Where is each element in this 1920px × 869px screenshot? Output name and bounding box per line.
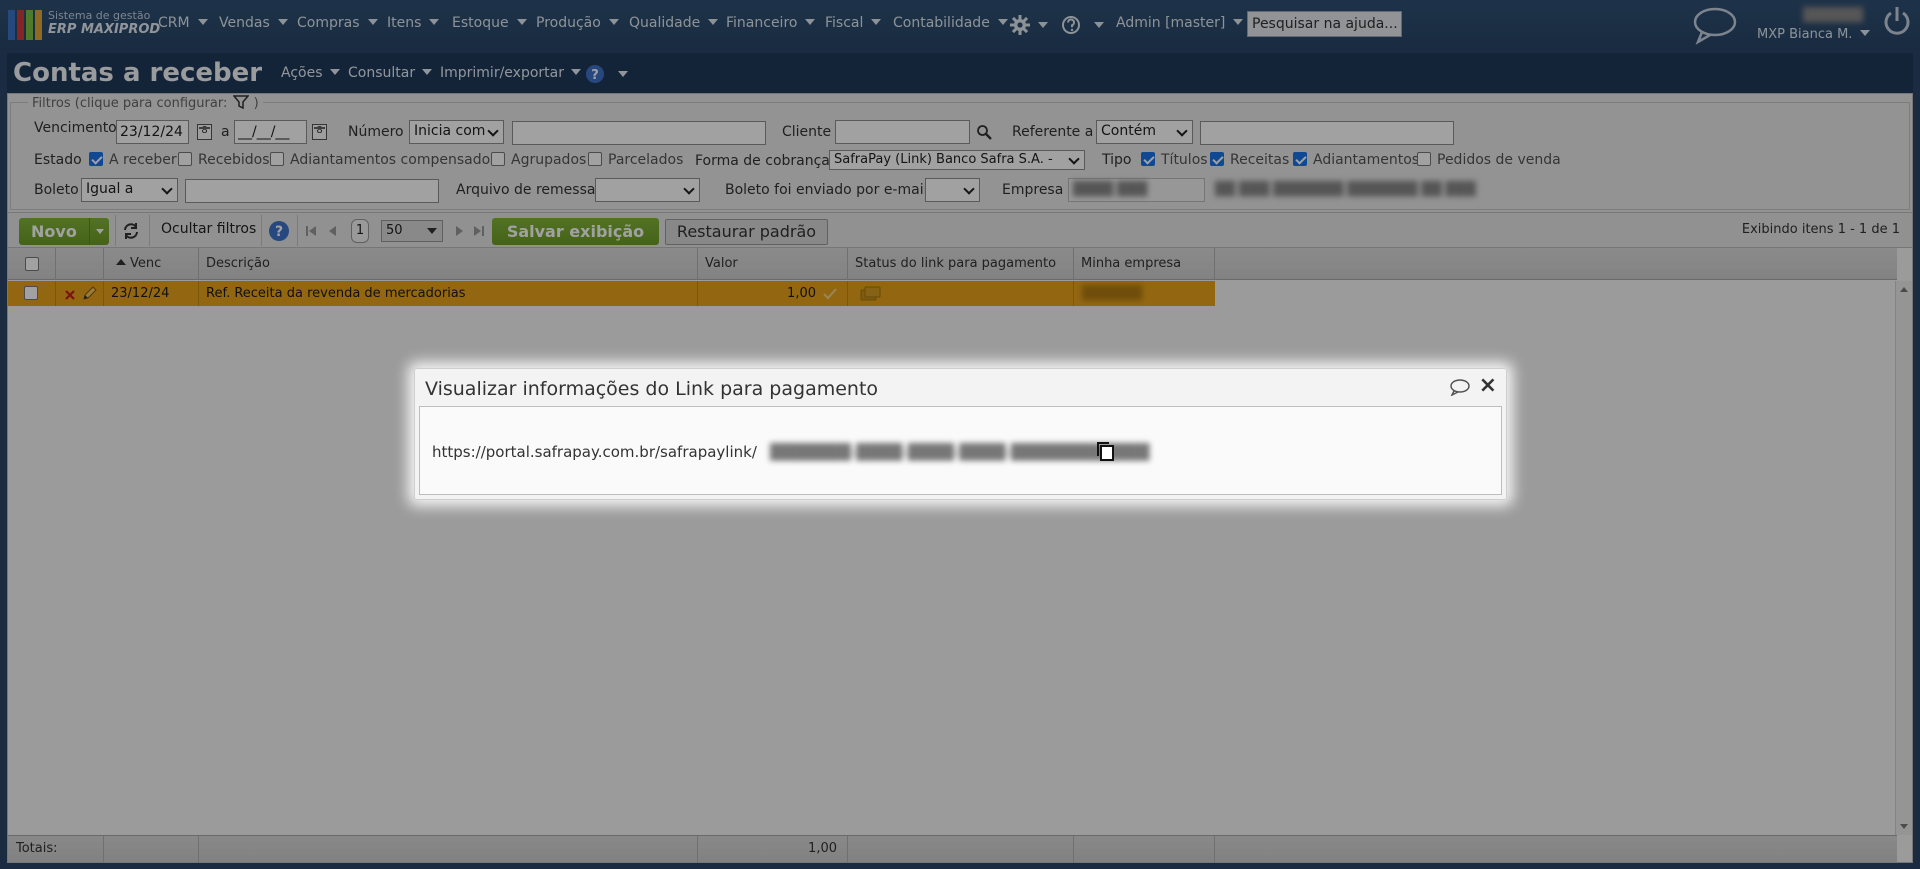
payment-link-id-blurred: ███████-████-████-████-████████████: [770, 443, 1150, 461]
dialog-title: Visualizar informações do Link para paga…: [425, 378, 879, 400]
chat-bubble-icon[interactable]: [1449, 378, 1471, 396]
copy-icon[interactable]: [1094, 440, 1116, 462]
payment-link-url[interactable]: https://portal.safrapay.com.br/safrapayl…: [432, 443, 757, 461]
dialog-body: https://portal.safrapay.com.br/safrapayl…: [419, 406, 1502, 495]
close-icon[interactable]: ×: [1479, 375, 1497, 397]
payment-link-dialog: Visualizar informações do Link para paga…: [414, 368, 1507, 500]
